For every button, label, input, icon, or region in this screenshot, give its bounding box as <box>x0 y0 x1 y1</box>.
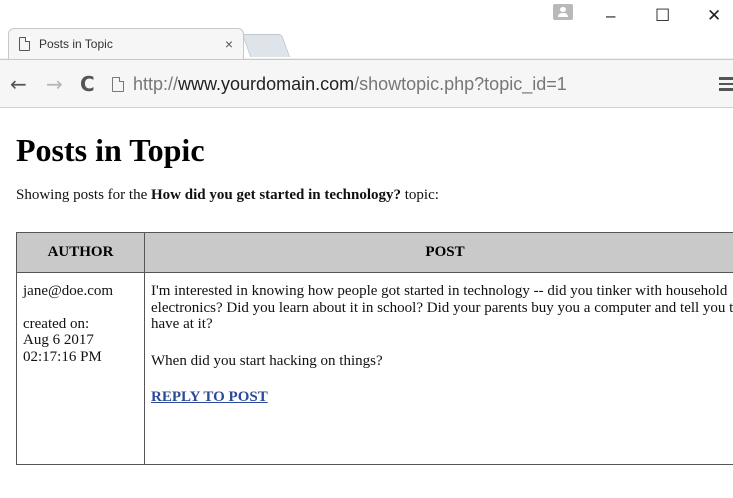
created-label: created on: <box>23 315 90 332</box>
topic-title: How did you get started in technology? <box>151 187 402 203</box>
column-header-post: POST <box>144 232 733 273</box>
tab-close-icon[interactable]: × <box>225 36 233 52</box>
address-bar[interactable]: http://www.yourdomain.com/showtopic.php?… <box>112 68 712 100</box>
author-cell: jane@doe.com created on: Aug 6 2017 02:1… <box>16 272 145 465</box>
url-path: /showtopic.php?topic_id=1 <box>354 73 567 94</box>
close-window-button[interactable]: ✕ <box>707 6 721 26</box>
profile-icon[interactable] <box>553 4 573 20</box>
column-header-author: AUTHOR <box>16 232 145 273</box>
menu-icon[interactable] <box>719 77 733 91</box>
topic-intro: Showing posts for the How did you get st… <box>16 187 733 204</box>
maximize-button[interactable]: ☐ <box>655 6 670 26</box>
title-bar: Posts in Topic × – ☐ ✕ <box>0 0 733 59</box>
forward-icon[interactable]: → <box>46 72 63 96</box>
url-scheme: http:// <box>133 73 179 94</box>
minimize-button[interactable]: – <box>606 6 615 26</box>
page-content: Posts in Topic Showing posts for the How… <box>16 108 733 465</box>
intro-prefix: Showing posts for the <box>16 187 151 203</box>
reload-icon[interactable]: C <box>80 72 95 96</box>
posts-table: AUTHOR POST jane@doe.com created on: Aug… <box>16 232 733 465</box>
intro-suffix: topic: <box>401 187 439 203</box>
browser-chrome: Posts in Topic × – ☐ ✕ ← → C http://www.… <box>0 0 733 108</box>
created-date: Aug 6 2017 <box>23 332 94 348</box>
back-icon[interactable]: ← <box>10 72 27 96</box>
post-paragraph: I'm interested in knowing how people got… <box>151 283 733 332</box>
url-host: www.yourdomain.com <box>178 73 355 94</box>
page-title: Posts in Topic <box>16 132 205 168</box>
url-text[interactable]: http://www.yourdomain.com/showtopic.php?… <box>133 74 567 95</box>
post-cell: I'm interested in knowing how people got… <box>144 272 733 465</box>
page-icon <box>19 37 30 51</box>
page-info-icon[interactable] <box>112 76 124 92</box>
new-tab-button[interactable] <box>241 34 291 57</box>
post-paragraph: When did you start hacking on things? <box>151 352 383 369</box>
browser-toolbar: ← → C http://www.yourdomain.com/showtopi… <box>0 59 733 108</box>
browser-tab[interactable]: Posts in Topic × <box>8 28 244 59</box>
reply-to-post-link[interactable]: REPLY TO POST <box>151 389 268 405</box>
author-email: jane@doe.com <box>23 283 114 299</box>
created-time: 02:17:16 PM <box>23 348 102 365</box>
table-header-row: AUTHOR POST <box>16 232 733 273</box>
table-row: jane@doe.com created on: Aug 6 2017 02:1… <box>16 272 733 465</box>
tab-title: Posts in Topic <box>39 37 113 51</box>
